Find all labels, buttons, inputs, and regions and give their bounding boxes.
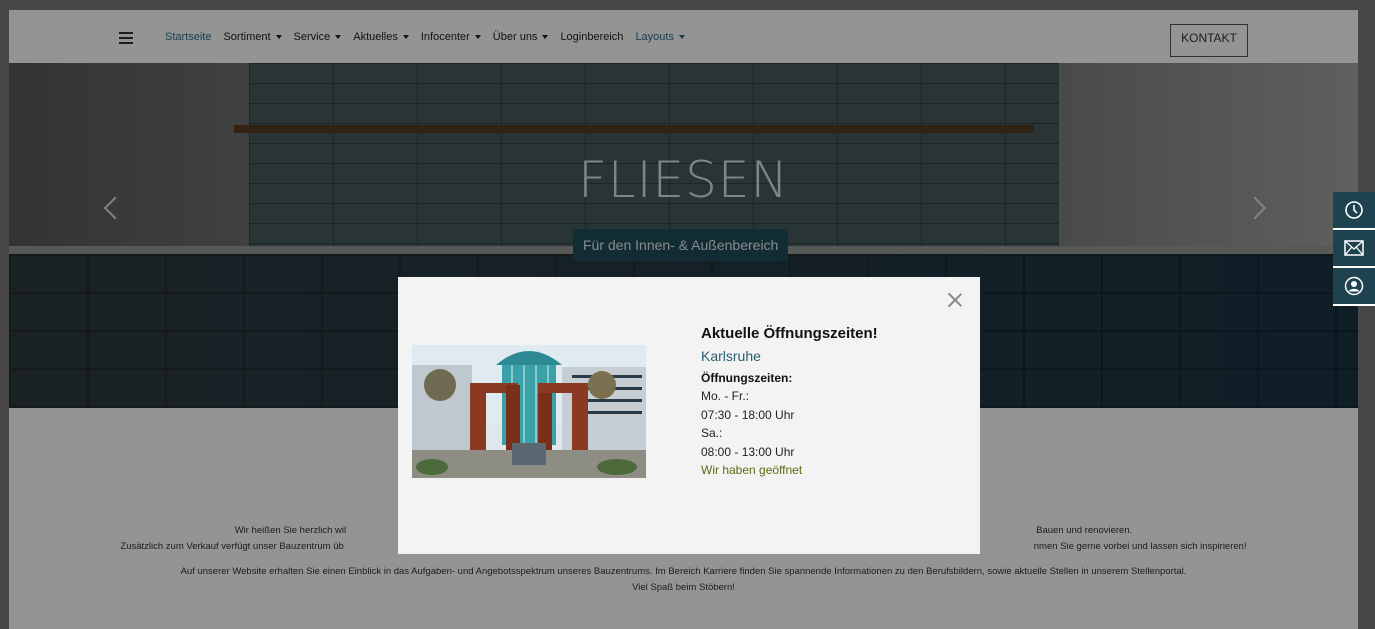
saturday-label: Sa.: [701, 426, 723, 440]
user-icon [1344, 276, 1364, 296]
account-tab[interactable] [1333, 268, 1375, 306]
close-icon[interactable] [947, 292, 963, 308]
side-tabs [1333, 192, 1375, 306]
opening-hours-info: Aktuelle Öffnungszeiten! Karlsruhe Öffnu… [701, 325, 961, 477]
mail-tab[interactable] [1333, 230, 1375, 268]
store-building-image [412, 345, 646, 478]
mail-icon [1344, 240, 1364, 256]
weekday-hours: 07:30 - 18:00 Uhr [701, 407, 795, 422]
open-status: Wir haben geöffnet [701, 463, 803, 477]
location-name: Karlsruhe [701, 348, 761, 364]
opening-hours-tab[interactable] [1333, 192, 1375, 230]
weekday-label: Mo. - Fr.: [701, 389, 749, 403]
modal-title: Aktuelle Öffnungszeiten! [701, 325, 878, 342]
hours-label: Öffnungszeiten: [701, 371, 793, 385]
clock-icon [1345, 201, 1363, 219]
opening-hours-modal: Aktuelle Öffnungszeiten! Karlsruhe Öffnu… [398, 277, 980, 554]
saturday-hours: 08:00 - 13:00 Uhr [701, 444, 795, 459]
